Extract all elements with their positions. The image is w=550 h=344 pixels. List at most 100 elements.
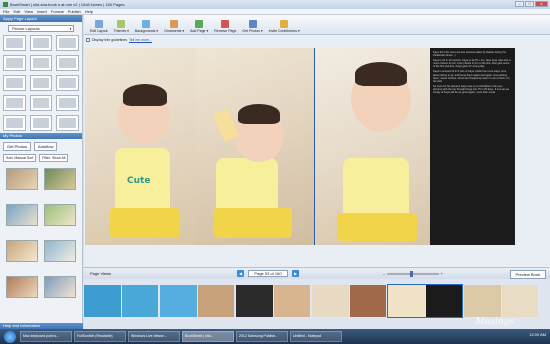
taskbar-item[interactable]: Mac keyboard point s...	[20, 331, 72, 342]
edit-layout-icon	[94, 20, 103, 28]
photo-subject-hair	[123, 84, 167, 106]
backgrounds-icon	[142, 20, 151, 28]
photo-thumbnail[interactable]	[44, 204, 76, 226]
photo-thumbnail[interactable]	[6, 240, 38, 262]
previous-page-icon[interactable]: ◀	[237, 270, 244, 277]
taskbar-item-active[interactable]: BookSmart | ulla...	[182, 331, 234, 342]
page-indicator[interactable]: Page 53 of 160	[248, 270, 288, 277]
ornaments-button[interactable]: Ornaments ▾	[164, 20, 184, 34]
page-spread-thumbnail-selected[interactable]	[387, 284, 463, 318]
layout-option[interactable]	[3, 75, 26, 91]
photo-thumbnail[interactable]	[44, 168, 76, 190]
menu-file[interactable]: File	[3, 9, 9, 14]
photo-subject-hair	[355, 62, 407, 86]
layout-option[interactable]	[29, 55, 53, 71]
preview-book-button[interactable]: Preview Book	[509, 270, 546, 279]
invite-contributors-icon	[280, 20, 289, 28]
tell-me-more-link[interactable]: Tell me more...	[129, 38, 152, 42]
page-views-bar: Page Views ◀ Page 53 of 160 ▶ – + Previe…	[84, 267, 550, 279]
themes-label: Themes ▾	[113, 29, 129, 33]
menu-publish[interactable]: Publish	[68, 9, 81, 14]
layout-dropdown-value: Picture Layouts	[12, 26, 40, 31]
sort-dropdown[interactable]: Sort: Manual Sort	[3, 154, 37, 162]
next-page-icon[interactable]: ▶	[292, 270, 299, 277]
close-button[interactable]: x	[535, 1, 548, 7]
photo-subject-skirt	[214, 208, 292, 238]
taskbar-item[interactable]: Windows Live Messe...	[128, 331, 180, 342]
ornaments-icon	[170, 20, 179, 28]
photo-subject-skirt	[337, 213, 417, 241]
menu-insert[interactable]: Insert	[37, 9, 47, 14]
autoflow-button[interactable]: Autoflow	[34, 142, 58, 151]
trim-guidelines-toggle[interactable]: Display trim guidelines Tell me more...	[86, 38, 152, 42]
photo-thumbnail[interactable]	[44, 276, 76, 298]
layout-dropdown[interactable]: Picture Layouts ▼	[8, 25, 74, 32]
photo-thumbnail[interactable]	[6, 204, 38, 226]
get-photos-button[interactable]: Get Photos	[3, 142, 32, 151]
page-spread-thumbnail[interactable]	[236, 285, 310, 317]
zoom-in-icon[interactable]: +	[441, 271, 443, 276]
get-photos-toolbar-button[interactable]: Get Photos ▾	[242, 20, 263, 34]
taskbar-item[interactable]: Untitled - Notepad	[290, 331, 342, 342]
remove-page-button[interactable]: Remove Page	[214, 20, 236, 34]
layout-grid	[3, 35, 79, 131]
apply-layout-header[interactable]: Apply Page Layout	[0, 15, 82, 22]
left-panel: Apply Page Layout Picture Layouts ▼ My P…	[0, 15, 83, 329]
photo-subject-skirt	[110, 208, 180, 238]
photo-thumbnail[interactable]	[6, 276, 38, 298]
get-photos-icon	[248, 20, 257, 28]
layout-option[interactable]	[3, 95, 26, 111]
zoom-track[interactable]	[387, 270, 439, 277]
layout-option[interactable]	[56, 55, 79, 71]
layout-option[interactable]	[3, 55, 26, 71]
photo-subject-hair	[238, 104, 280, 124]
zoom-slider[interactable]: – +	[383, 270, 443, 277]
photo-frame-left[interactable]: Cute	[85, 48, 196, 245]
system-clock[interactable]: 12:00 AM	[529, 332, 546, 337]
watermark: Musings	[475, 317, 514, 327]
guidelines-checkbox[interactable]	[86, 38, 90, 42]
filter-dropdown[interactable]: Filter: Show All	[39, 154, 69, 162]
layout-option[interactable]	[56, 115, 79, 131]
edit-layout-button[interactable]: Edit Layout	[90, 20, 108, 34]
text-page[interactable]: Kaya 33 in 16. Here are few pictures tak…	[430, 48, 515, 245]
maximize-button[interactable]: □	[525, 1, 534, 7]
page-spread-thumbnail[interactable]	[84, 285, 158, 317]
zoom-out-icon[interactable]: –	[383, 271, 385, 276]
page-navigator: ◀ Page 53 of 160 ▶	[237, 270, 299, 277]
backgrounds-button[interactable]: Backgrounds ▾	[135, 20, 158, 34]
layout-option[interactable]	[3, 35, 26, 51]
layout-option[interactable]	[56, 35, 79, 51]
layout-option[interactable]	[29, 35, 53, 51]
layout-option[interactable]	[56, 95, 79, 111]
layout-option[interactable]	[3, 115, 26, 131]
photo-buttons: Get Photos Autoflow	[0, 139, 82, 154]
page-spread-thumbnail[interactable]	[464, 285, 538, 317]
menu-view[interactable]: View	[24, 9, 33, 14]
photo-frame-middle[interactable]	[196, 48, 314, 245]
backgrounds-label: Backgrounds ▾	[134, 29, 159, 33]
minimize-button[interactable]: –	[515, 1, 524, 7]
menu-edit[interactable]: Edit	[13, 9, 20, 14]
photo-frame-right[interactable]	[314, 48, 430, 245]
photo-thumbnail[interactable]	[6, 168, 38, 190]
text-paragraph: Kaya is at least 10 in 8 pics of Kaya. A…	[433, 70, 510, 83]
layout-option[interactable]	[56, 75, 79, 91]
page-spread-thumbnail[interactable]	[312, 285, 386, 317]
add-page-button[interactable]: Add Page ▾	[190, 20, 208, 34]
start-button[interactable]	[4, 330, 16, 343]
menu-format[interactable]: Format	[51, 9, 64, 14]
page-spread-thumbnail[interactable]	[160, 285, 234, 317]
photo-thumbnail[interactable]	[44, 240, 76, 262]
menu-help[interactable]: Help	[85, 9, 93, 14]
layout-option[interactable]	[29, 115, 53, 131]
taskbar-item[interactable]: FullSunNet (Readable)	[74, 331, 126, 342]
layout-option[interactable]	[29, 95, 53, 111]
taskbar-item[interactable]: 2012 Samsung Publish...	[236, 331, 288, 342]
zoom-handle[interactable]	[410, 270, 414, 277]
layout-option[interactable]	[29, 75, 53, 91]
text-paragraph: So once for his pictures Kaya was so com…	[433, 84, 510, 95]
invite-contributors-button[interactable]: Invite Contributors ▾	[269, 20, 300, 34]
themes-button[interactable]: Themes ▾	[114, 20, 129, 34]
window-controls: – □ x	[515, 1, 548, 7]
